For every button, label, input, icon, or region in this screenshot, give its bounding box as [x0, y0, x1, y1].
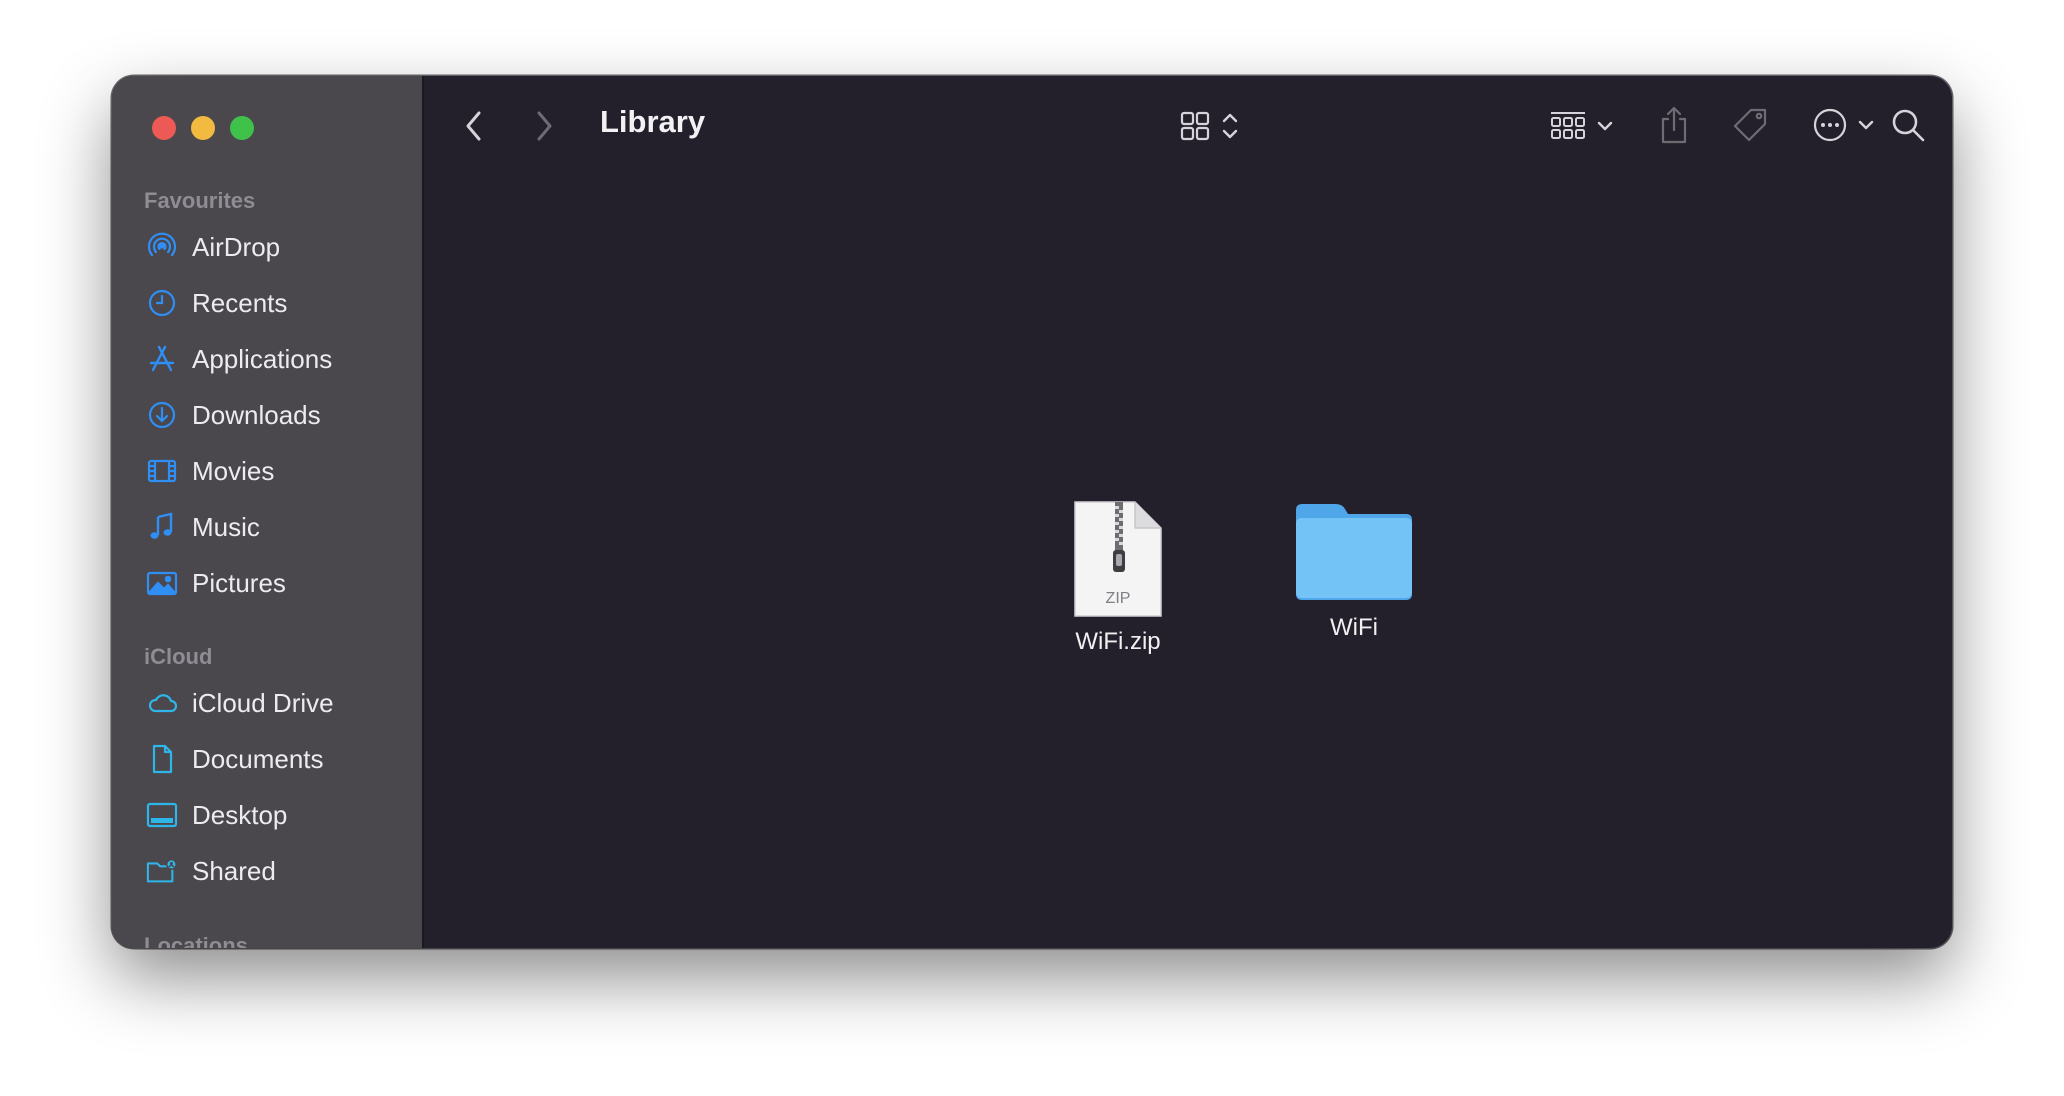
sidebar-item-recents[interactable]: Recents — [146, 279, 416, 327]
cloud-icon — [146, 687, 178, 719]
section-header-icloud: iCloud — [144, 644, 213, 669]
file-name: WiFi.zip — [1075, 628, 1161, 655]
file-item-wifi-zip[interactable]: ZIP WiFi.zip — [1028, 500, 1208, 656]
view-mode-button[interactable] — [1170, 104, 1250, 148]
folder-icon — [1296, 504, 1412, 600]
ellipsis-circle-icon — [1813, 108, 1847, 142]
search-button[interactable] — [1886, 102, 1930, 148]
sidebar-item-desktop[interactable]: Desktop — [146, 791, 416, 839]
chevron-left-icon — [466, 111, 481, 141]
more-actions-button[interactable] — [1804, 102, 1884, 148]
sidebar: Favourites AirDrop Recents Applications … — [112, 76, 424, 948]
tag-button[interactable] — [1728, 102, 1772, 148]
sidebar-item-applications[interactable]: Applications — [146, 335, 416, 383]
share-icon — [1661, 106, 1687, 144]
chevron-down-icon — [1858, 120, 1874, 130]
sidebar-item-label: iCloud Drive — [192, 687, 334, 718]
sidebar-item-label: Pictures — [192, 567, 286, 598]
sidebar-item-music[interactable]: Music — [146, 503, 416, 551]
sidebar-item-movies[interactable]: Movies — [146, 447, 416, 495]
sidebar-item-label: Music — [192, 511, 260, 542]
forward-button[interactable] — [524, 104, 564, 148]
chevron-down-icon — [1597, 121, 1613, 131]
share-button[interactable] — [1652, 100, 1696, 150]
sidebar-item-label: Downloads — [192, 399, 321, 430]
minimize-button[interactable] — [191, 116, 215, 140]
sidebar-item-label: Documents — [192, 743, 324, 774]
sidebar-item-icloud-drive[interactable]: iCloud Drive — [146, 679, 416, 727]
zoom-button[interactable] — [230, 116, 254, 140]
sidebar-item-pictures[interactable]: Pictures — [146, 559, 416, 607]
photo-icon — [146, 567, 178, 599]
sidebar-item-airdrop[interactable]: AirDrop — [146, 223, 416, 271]
sidebar-item-label: AirDrop — [192, 231, 281, 262]
sidebar-item-downloads[interactable]: Downloads — [146, 391, 416, 439]
up-down-chevron-icon — [1222, 113, 1238, 139]
sidebar-item-label: Shared — [192, 855, 276, 886]
section-header-favourites: Favourites — [144, 188, 256, 213]
applications-icon — [146, 343, 178, 375]
clock-icon — [146, 287, 178, 319]
search-icon — [1892, 109, 1925, 142]
sidebar-item-label: Movies — [192, 455, 275, 486]
window-title: Library — [600, 104, 706, 139]
window-controls — [152, 116, 254, 140]
group-button[interactable] — [1542, 104, 1622, 148]
shared-folder-icon — [146, 855, 178, 887]
sidebar-item-shared[interactable]: Shared — [146, 847, 416, 895]
chevron-right-icon — [537, 111, 552, 141]
grid-icon — [1180, 111, 1210, 141]
airdrop-icon — [146, 231, 178, 263]
document-icon — [146, 743, 178, 775]
download-icon — [146, 399, 178, 431]
sidebar-item-label: Recents — [192, 287, 288, 318]
sidebar-item-documents[interactable]: Documents — [146, 735, 416, 783]
sidebar-item-label: Desktop — [192, 799, 288, 830]
file-name: WiFi — [1330, 614, 1378, 641]
back-button[interactable] — [454, 104, 494, 148]
tag-icon — [1733, 108, 1767, 142]
content-area: Library ZIP WiFi.zip WiFi — [424, 76, 1952, 948]
file-item-wifi-folder[interactable]: WiFi — [1264, 500, 1444, 642]
desktop-icon — [146, 799, 178, 831]
group-grid-icon — [1551, 112, 1585, 139]
section-header-locations: Locations — [144, 933, 248, 948]
close-button[interactable] — [152, 116, 176, 140]
zip-badge: ZIP — [1105, 590, 1131, 607]
finder-window: Favourites AirDrop Recents Applications … — [112, 76, 1952, 948]
music-note-icon — [146, 511, 178, 543]
sidebar-item-label: Applications — [192, 343, 333, 374]
film-icon — [146, 455, 178, 487]
